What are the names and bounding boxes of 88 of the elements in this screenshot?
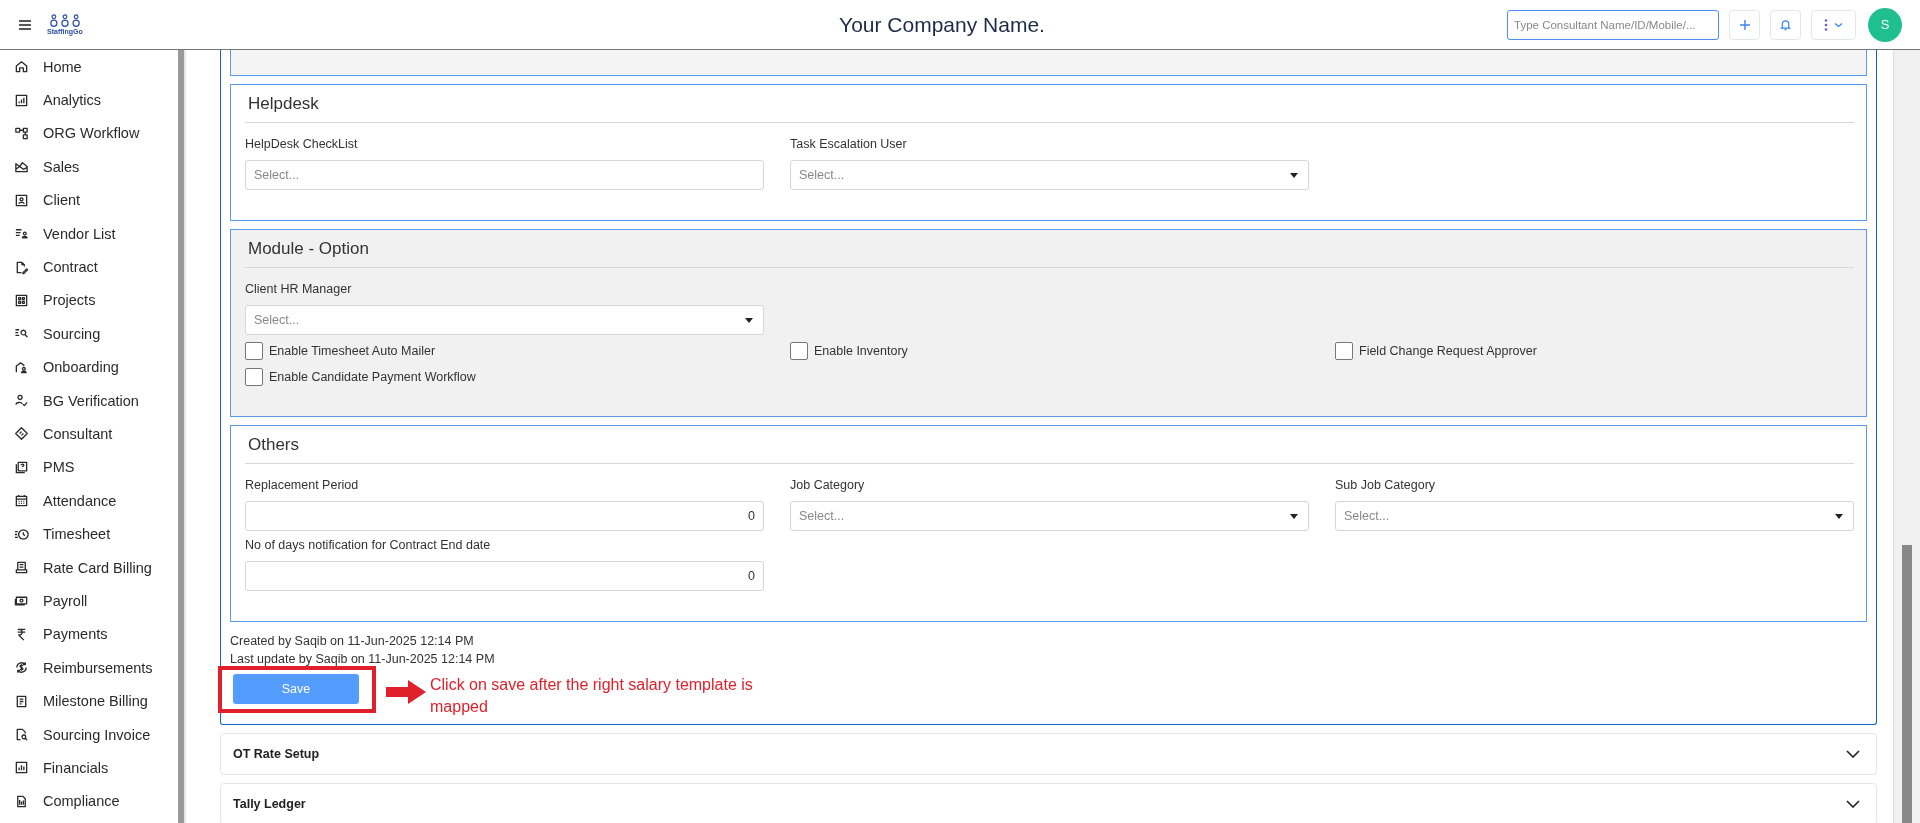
add-button[interactable] [1729, 9, 1760, 40]
contact-card-icon [14, 192, 29, 208]
dropdown-field[interactable]: Select... [790, 501, 1309, 531]
sidebar-item[interactable]: Consultant [0, 417, 178, 451]
company-name: Your Company Name. [838, 12, 1046, 37]
landscape-icon [14, 159, 29, 175]
checkbox[interactable] [1335, 342, 1353, 360]
sidebar-item[interactable]: Onboarding [0, 350, 178, 384]
scrollbar-thumb[interactable] [1902, 545, 1912, 823]
accordion-header[interactable]: OT Rate Setup [220, 733, 1877, 775]
sidebar-item[interactable]: Attendance [0, 484, 178, 518]
bell-icon [1780, 18, 1791, 31]
checkbox-label: Enable Candidate Payment Workflow [269, 370, 476, 384]
document-search-icon [14, 727, 29, 742]
dropdown-field[interactable]: Select... [245, 305, 764, 335]
consultant-search-field[interactable]: Type Consultant Name/ID/Mobile/... [1507, 9, 1719, 40]
audit-text: Created by Saqib on 11-Jun-2025 12:14 PM [230, 633, 475, 650]
house-icon [14, 59, 29, 75]
sidebar-item[interactable]: Projects [0, 283, 178, 318]
caret-icon [1290, 513, 1298, 519]
dropdown-field[interactable]: Select... [1335, 501, 1854, 531]
sidebar-item[interactable]: Analytics [0, 83, 178, 117]
question-card-icon [14, 459, 29, 475]
field-label: Client HR Manager [245, 282, 353, 296]
tag-icon [14, 426, 29, 442]
chevron-icon [1846, 750, 1860, 758]
sidebar-item[interactable]: Contract [0, 250, 178, 284]
arrow-icon [386, 680, 426, 704]
sidebar-item[interactable]: PMS [0, 450, 178, 485]
sidebar-item[interactable]: Milestone Billing [0, 684, 178, 718]
sidebar-item[interactable]: ORG Workflow [0, 116, 178, 151]
select-field[interactable]: Select... [245, 160, 764, 190]
sidebar-item[interactable]: Reimbursements [0, 651, 178, 685]
sidebar-item[interactable]: Sourcing Invoice [0, 717, 178, 752]
sidebar-item[interactable]: Financials [0, 751, 178, 785]
number-field[interactable]: 0 [245, 561, 764, 591]
checkbox-label: Field Change Request Approver [1359, 344, 1537, 358]
field-label: Job Category [790, 478, 866, 492]
field-label: Task Escalation User [790, 137, 908, 151]
caret-icon [1290, 172, 1298, 178]
section-title: Module - Option [245, 230, 1854, 268]
sidebar-item[interactable]: Vendor List [0, 216, 178, 251]
clock-list-icon [14, 526, 29, 542]
sidebar-item[interactable]: Timesheet [0, 517, 178, 551]
sidebar-item[interactable]: Sourcing [0, 317, 178, 351]
sidebar-item[interactable]: Payroll [0, 584, 178, 618]
field-label: No of days notification for Contract End date [245, 538, 492, 552]
document-pen-icon [14, 259, 29, 275]
field-label: Sub Job Category [1335, 478, 1437, 492]
annotation-text: Click on save after the right salary template is mapped [430, 675, 754, 717]
sidebar-item[interactable]: Home [0, 50, 178, 84]
document-icon [14, 693, 29, 709]
dollar-refresh-icon [14, 660, 29, 676]
sidebar-item[interactable]: BG Verification [0, 383, 178, 418]
caret-icon [745, 317, 753, 323]
checkbox-label: Enable Inventory [814, 344, 908, 358]
receipt-icon [14, 560, 29, 576]
chevron-icon [1846, 800, 1860, 808]
checkbox[interactable] [790, 342, 808, 360]
number-field[interactable]: 0 [245, 501, 764, 531]
section-title: Helpdesk [245, 85, 1854, 123]
checkbox-label: Enable Timesheet Auto Mailer [269, 344, 436, 358]
sidebar-item[interactable]: Compliance [0, 784, 178, 818]
accordion-header[interactable]: Tally Ledger [220, 783, 1877, 823]
caret-icon [1835, 513, 1843, 519]
checkbox[interactable] [245, 368, 263, 386]
calendar-icon [14, 493, 29, 509]
flowchart-icon [14, 125, 29, 141]
sidebar-item[interactable]: Rate Card Billing [0, 550, 178, 585]
house-person-icon [14, 359, 29, 375]
notifications-button[interactable] [1770, 9, 1801, 40]
people-logo-icon [47, 14, 82, 27]
field-label: HelpDesk CheckList [245, 137, 359, 151]
sidebar-item[interactable]: Client [0, 183, 178, 217]
plus-icon [1738, 18, 1751, 31]
sidebar-item[interactable]: Sales [0, 150, 178, 184]
sidebar-scrollbar[interactable] [178, 50, 186, 823]
grid-icon [14, 292, 29, 308]
sidebar-item[interactable]: Payments [0, 617, 178, 652]
bar-chart-icon [14, 760, 29, 776]
checkbox[interactable] [245, 342, 263, 360]
section-title: Others [245, 426, 1854, 464]
document-icon [14, 793, 29, 809]
dropdown-field[interactable]: Select... [790, 160, 1309, 190]
field-label: Replacement Period [245, 478, 360, 492]
bar-chart-icon [14, 92, 29, 108]
person-check-icon [14, 393, 29, 409]
audit-text: Last update by Saqib on 11-Jun-2025 12:14 PM [230, 651, 496, 668]
